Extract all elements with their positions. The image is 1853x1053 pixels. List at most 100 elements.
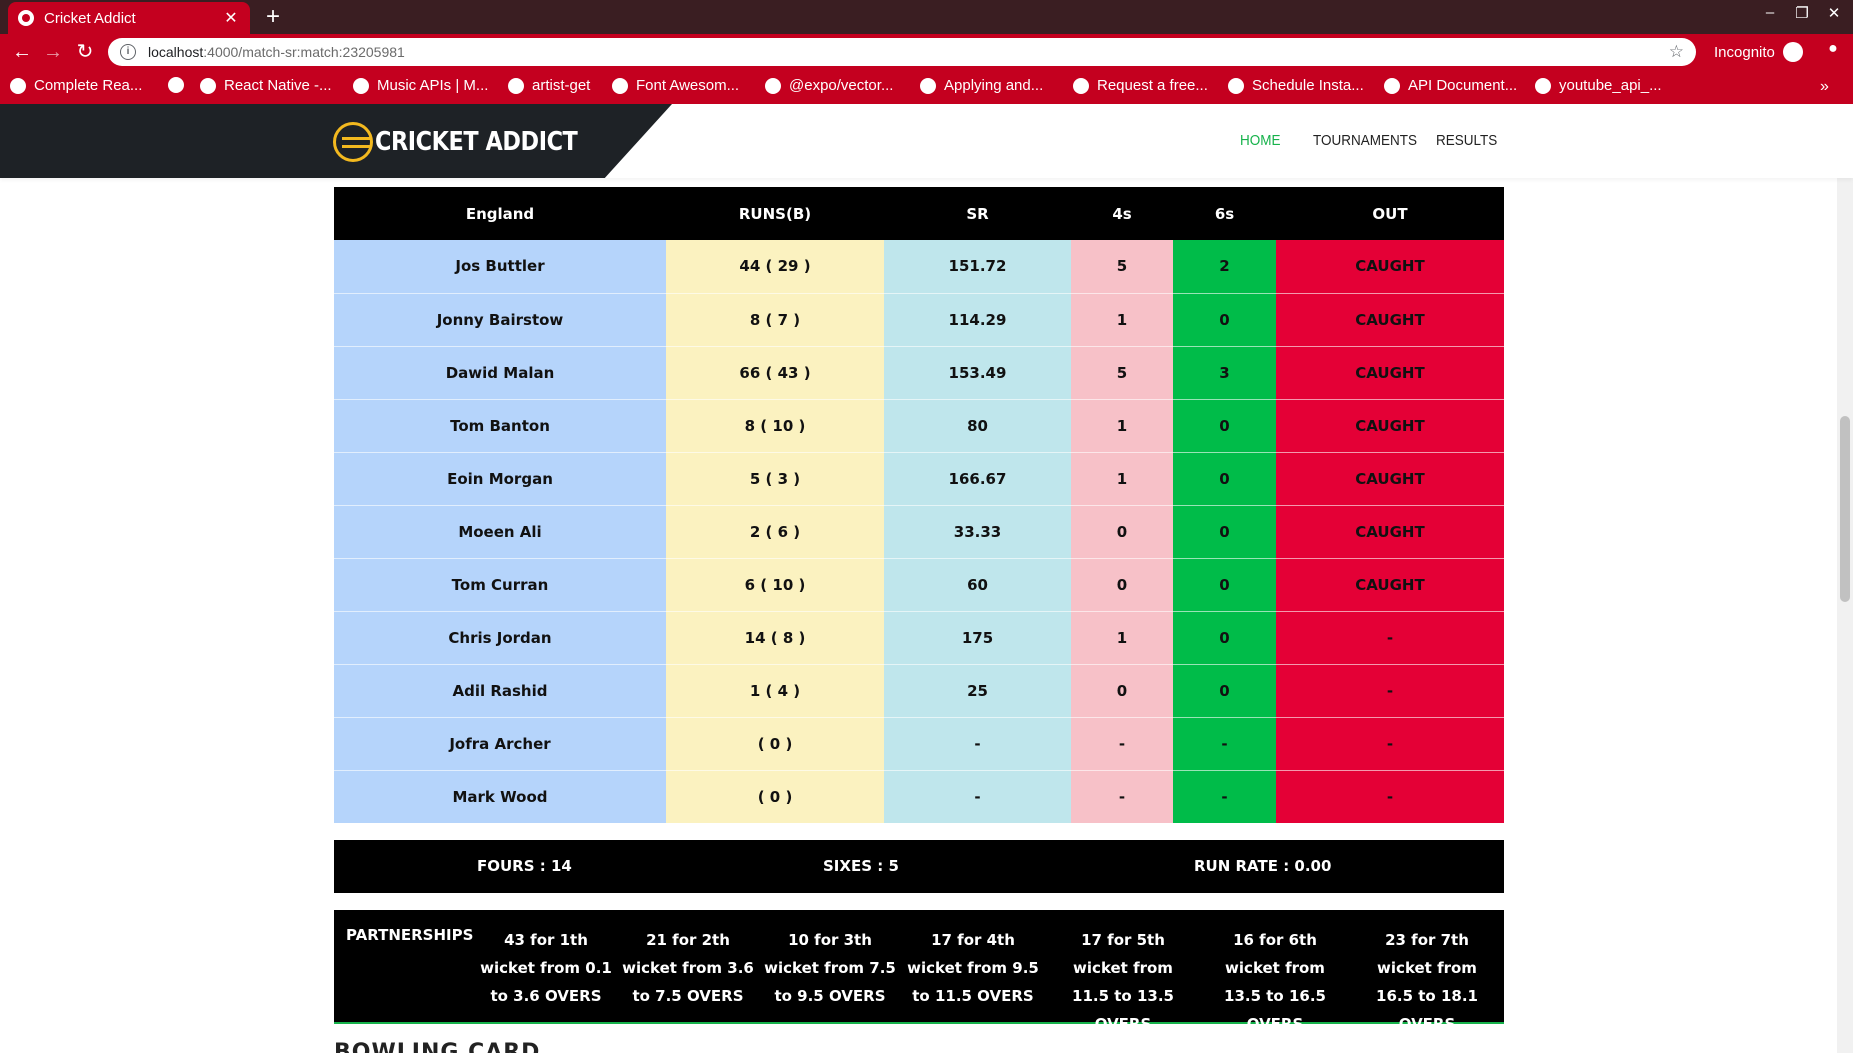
bookmark-item[interactable]: Request a free... xyxy=(1073,77,1208,94)
runs-balls: 14 ( 8 ) xyxy=(666,611,884,665)
partnership-item: 17 for 4th wicket from 9.5 to 11.5 OVERS xyxy=(907,931,1039,1005)
runs-balls: 5 ( 3 ) xyxy=(666,452,884,506)
browser-toolbar: ← → ↻ i localhost:4000/match-sr:match:23… xyxy=(0,34,1853,70)
dismissal: - xyxy=(1276,611,1504,665)
header-sr: SR xyxy=(884,187,1071,240)
bookmark-item[interactable]: youtube_api_... xyxy=(1535,77,1662,94)
bookmark-item[interactable]: Font Awesom... xyxy=(612,77,739,94)
bookmark-star-icon[interactable]: ☆ xyxy=(1669,42,1684,62)
dismissal: CAUGHT xyxy=(1276,293,1504,347)
restore-icon[interactable]: ❐ xyxy=(1790,4,1814,22)
partnership-item: 43 for 1th wicket from 0.1 to 3.6 OVERS xyxy=(480,931,612,1005)
innings-summary-bar: FOURS : 14 SIXES : 5 RUN RATE : 0.00 xyxy=(334,840,1504,893)
dismissal: - xyxy=(1276,717,1504,771)
fours: - xyxy=(1071,770,1173,824)
strike-rate: - xyxy=(884,717,1071,771)
table-header-row: England RUNS(B) SR 4s 6s OUT xyxy=(334,187,1504,240)
table-row: Eoin Morgan 5 ( 3 ) 166.67 1 0 CAUGHT xyxy=(334,452,1504,506)
bookmark-item[interactable]: Applying and... xyxy=(920,77,1043,94)
partnership-item: 21 for 2th wicket from 3.6 to 7.5 OVERS xyxy=(622,931,754,1005)
strike-rate: 25 xyxy=(884,664,1071,718)
runs-balls: 66 ( 43 ) xyxy=(666,346,884,400)
fours: 5 xyxy=(1071,240,1173,294)
table-row: Moeen Ali 2 ( 6 ) 33.33 0 0 CAUGHT xyxy=(334,505,1504,559)
dismissal: CAUGHT xyxy=(1276,399,1504,453)
batter-name: Eoin Morgan xyxy=(334,452,666,506)
close-tab-icon[interactable]: ✕ xyxy=(222,8,240,28)
site-logo[interactable]: CRICKET ADDICT xyxy=(333,122,610,162)
site-header: CRICKET ADDICT HOME TOURNAMENTS RESULTS xyxy=(0,104,1853,178)
more-bookmarks-icon[interactable]: » xyxy=(1820,78,1829,96)
dismissal: CAUGHT xyxy=(1276,240,1504,294)
bookmark-favicon-icon xyxy=(168,77,184,93)
header-team: England xyxy=(334,187,666,240)
table-row: Adil Rashid 1 ( 4 ) 25 0 0- xyxy=(334,664,1504,718)
reload-icon[interactable]: ↻ xyxy=(73,40,97,64)
batter-name: Dawid Malan xyxy=(334,346,666,400)
strike-rate: 60 xyxy=(884,558,1071,612)
fours: 5 xyxy=(1071,346,1173,400)
batting-scorecard: England RUNS(B) SR 4s 6s OUT Jos Buttler… xyxy=(334,187,1504,824)
scrollbar-thumb[interactable] xyxy=(1840,416,1850,602)
batter-name: Jos Buttler xyxy=(334,240,666,294)
bookmark-item[interactable]: API Document... xyxy=(1384,77,1517,94)
url-path: :4000/match-sr:match:23205981 xyxy=(203,44,405,60)
batter-name: Moeen Ali xyxy=(334,505,666,559)
bookmark-item[interactable]: Schedule Insta... xyxy=(1228,77,1364,94)
fours: 1 xyxy=(1071,452,1173,506)
bookmark-item[interactable]: @expo/vector... xyxy=(765,77,893,94)
table-row: Tom Curran 6 ( 10 ) 60 0 0 CAUGHT xyxy=(334,558,1504,612)
nav-results[interactable]: RESULTS xyxy=(1436,132,1497,149)
dismissal: CAUGHT xyxy=(1276,452,1504,506)
table-row: Jonny Bairstow 8 ( 7 ) 114.29 1 0 CAUGHT xyxy=(334,293,1504,347)
strike-rate: 114.29 xyxy=(884,293,1071,347)
bookmark-item[interactable]: Music APIs | M... xyxy=(353,77,488,94)
partnership-item: 10 for 3th wicket from 7.5 to 9.5 OVERS xyxy=(764,931,896,1005)
github-icon xyxy=(1535,77,1551,94)
nav-home[interactable]: HOME xyxy=(1240,132,1281,149)
bookmark-item[interactable]: Complete Rea... xyxy=(10,77,142,94)
partnerships-title: PARTNERSHIPS xyxy=(346,926,474,944)
bookmarks-bar: Complete Rea... React Native -... Music … xyxy=(0,70,1853,104)
page-scrollbar[interactable] xyxy=(1837,104,1853,1053)
dismissal: CAUGHT xyxy=(1276,346,1504,400)
address-bar[interactable]: i localhost:4000/match-sr:match:23205981… xyxy=(108,38,1696,66)
header-fours: 4s xyxy=(1071,187,1173,240)
bookmark-favicon-icon xyxy=(765,77,781,94)
new-tab-button[interactable]: + xyxy=(260,2,286,32)
batter-name: Chris Jordan xyxy=(334,611,666,665)
forward-arrow-icon[interactable]: → xyxy=(41,40,65,64)
bookmark-item[interactable]: artist-get xyxy=(508,77,590,94)
logo-text: CRICKET ADDICT xyxy=(375,127,578,157)
browser-menu-icon[interactable]: ● xyxy=(1822,40,1844,62)
runs-balls: 8 ( 7 ) xyxy=(666,293,884,347)
strike-rate: 153.49 xyxy=(884,346,1071,400)
bookmark-item[interactable]: React Native -... xyxy=(200,77,332,94)
batter-name: Mark Wood xyxy=(334,770,666,824)
batting-table: England RUNS(B) SR 4s 6s OUT Jos Buttler… xyxy=(334,187,1504,824)
bookmark-favicon-icon xyxy=(1228,77,1244,94)
table-row: Chris Jordan 14 ( 8 ) 175 1 0- xyxy=(334,611,1504,665)
runs-balls: 8 ( 10 ) xyxy=(666,399,884,453)
close-window-icon[interactable]: ✕ xyxy=(1822,4,1846,22)
bookmark-favicon-icon xyxy=(508,77,524,94)
back-arrow-icon[interactable]: ← xyxy=(10,40,34,64)
sixes: 0 xyxy=(1173,399,1276,453)
fours: 1 xyxy=(1071,399,1173,453)
runs-balls: ( 0 ) xyxy=(666,717,884,771)
site-info-icon[interactable]: i xyxy=(120,44,136,60)
bookmark-favicon-icon xyxy=(1384,77,1400,94)
nav-tournaments[interactable]: TOURNAMENTS xyxy=(1313,132,1417,149)
browser-tab[interactable]: Cricket Addict ✕ xyxy=(8,2,250,34)
minimize-icon[interactable]: – xyxy=(1758,4,1782,21)
bookmark-favicon-icon xyxy=(200,77,216,94)
total-sixes: SIXES : 5 xyxy=(823,857,899,875)
runs-balls: 44 ( 29 ) xyxy=(666,240,884,294)
incognito-indicator: Incognito xyxy=(1714,42,1803,62)
sixes: 0 xyxy=(1173,558,1276,612)
site-favicon-icon xyxy=(18,10,34,26)
bookmark-item[interactable] xyxy=(168,77,192,93)
fours: 1 xyxy=(1071,611,1173,665)
partnership-item: 16 for 6th wicket from 13.5 to 16.5 OVER… xyxy=(1224,931,1326,1033)
strike-rate: - xyxy=(884,770,1071,824)
